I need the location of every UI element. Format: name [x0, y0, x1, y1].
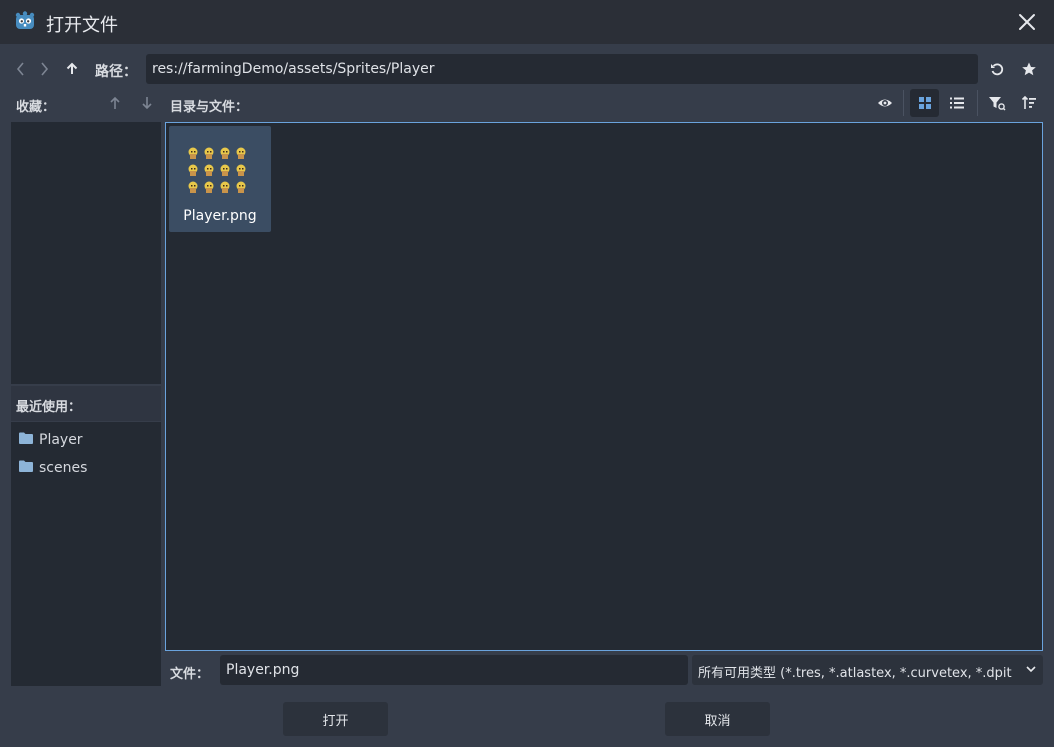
- folder-icon: [19, 460, 39, 476]
- recent-header: 最近使用：: [11, 386, 161, 421]
- favorites-label: 收藏：: [16, 100, 56, 115]
- recent-item-scenes[interactable]: scenes: [19, 456, 87, 480]
- up-icon[interactable]: [60, 57, 84, 81]
- files-label: 目录与文件：: [170, 100, 249, 115]
- recent-item-label: Player: [39, 432, 83, 448]
- recent-label: 最近使用：: [16, 400, 82, 415]
- open-button[interactable]: 打开: [283, 702, 388, 736]
- filter-icon[interactable]: [985, 91, 1009, 115]
- move-down-icon[interactable]: [135, 91, 159, 115]
- sort-icon[interactable]: [1017, 91, 1041, 115]
- file-type-filter[interactable]: 所有可用类型 (*.tres, *.atlastex, *.curvetex, …: [692, 655, 1043, 685]
- chevron-down-icon: [1021, 663, 1037, 679]
- recent-item-label: scenes: [39, 460, 88, 476]
- recent-item-player[interactable]: Player: [19, 428, 83, 452]
- close-icon[interactable]: [1014, 9, 1040, 35]
- recent-list: Player scenes: [11, 422, 161, 686]
- back-icon[interactable]: [9, 57, 33, 81]
- path-label: 路径：: [95, 64, 137, 80]
- favorites-list[interactable]: [11, 122, 161, 384]
- refresh-icon[interactable]: [985, 57, 1009, 81]
- file-label: 文件：: [170, 667, 210, 682]
- file-item-player-png[interactable]: Player.png: [169, 126, 271, 232]
- forward-icon[interactable]: [32, 57, 56, 81]
- files-area[interactable]: Player.png: [165, 122, 1043, 651]
- eye-icon[interactable]: [873, 91, 897, 115]
- godot-icon: [14, 10, 36, 32]
- sprite-thumbnail: [187, 146, 253, 200]
- toolbar-divider: [903, 90, 904, 116]
- window-title: 打开文件: [46, 15, 118, 36]
- path-input[interactable]: res://farmingDemo/assets/Sprites/Player: [146, 54, 978, 84]
- file-type-filter-value: 所有可用类型 (*.tres, *.atlastex, *.curvetex, …: [698, 666, 1012, 681]
- file-name-input[interactable]: Player.png: [220, 655, 688, 685]
- star-icon[interactable]: [1017, 57, 1041, 81]
- grid-view-icon[interactable]: [910, 89, 939, 117]
- file-item-label: Player.png: [183, 208, 257, 224]
- cancel-button[interactable]: 取消: [665, 702, 770, 736]
- toolbar-divider: [977, 90, 978, 116]
- folder-icon: [19, 432, 39, 448]
- list-view-icon[interactable]: [945, 91, 969, 115]
- move-up-icon[interactable]: [103, 91, 127, 115]
- title-bar: 打开文件: [0, 0, 1054, 44]
